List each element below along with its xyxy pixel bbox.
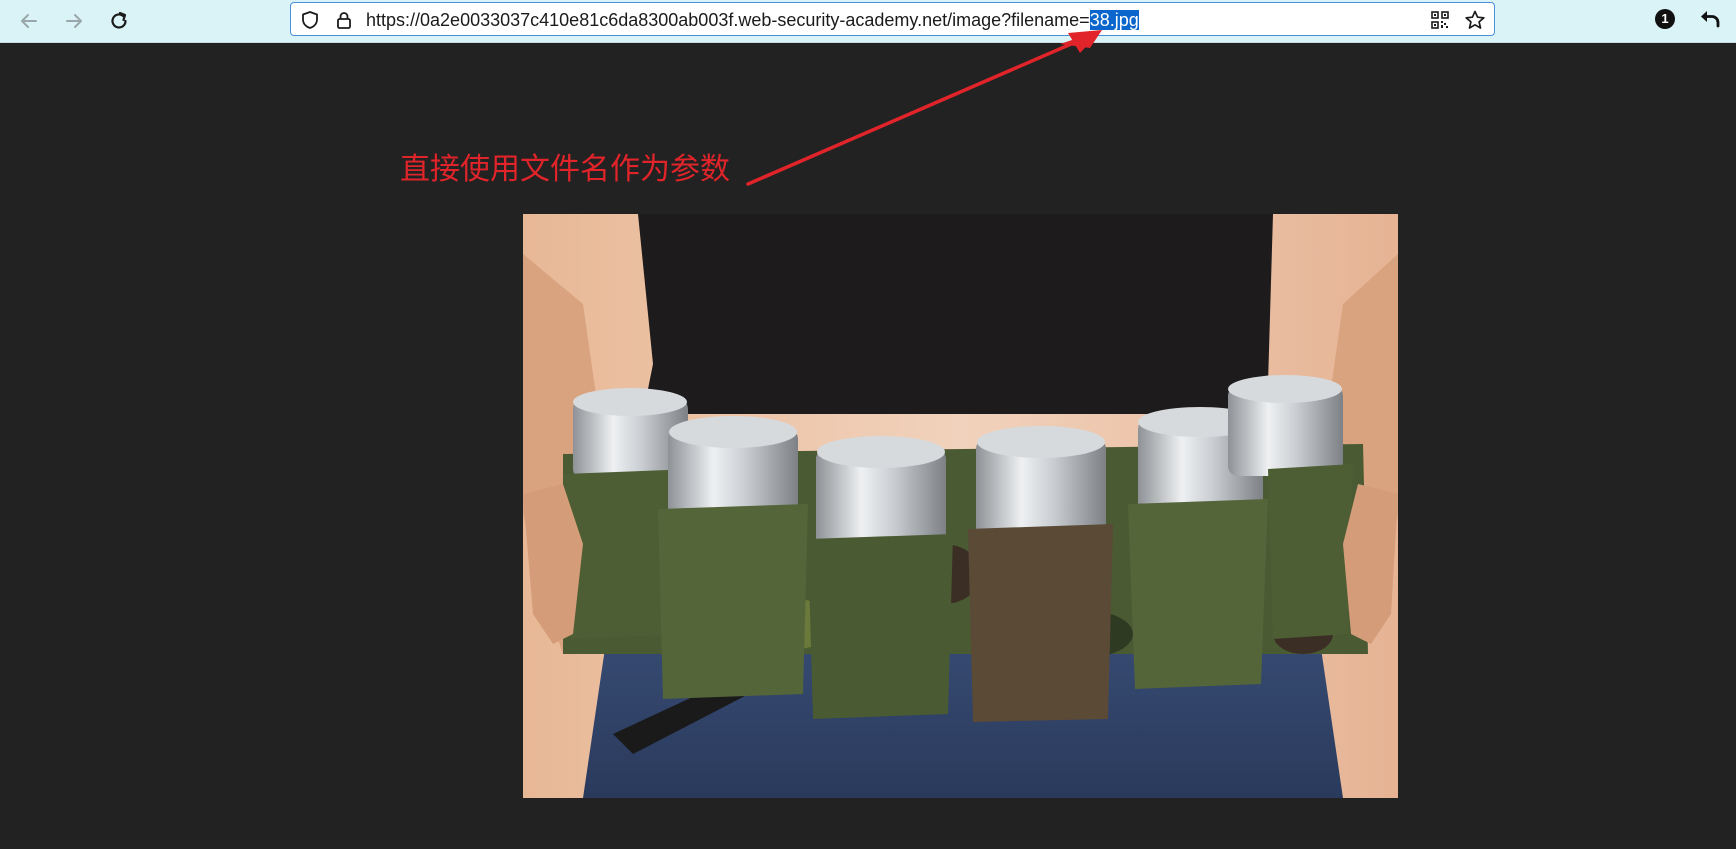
annotation-label: 直接使用文件名作为参数	[400, 152, 730, 187]
arrow-left-icon	[21, 14, 37, 28]
reload-icon	[111, 11, 127, 29]
extension-badge-count: 1	[1661, 11, 1669, 26]
shield-icon[interactable]	[299, 9, 321, 31]
lock-icon[interactable]	[333, 9, 355, 31]
beer-belt-photo	[523, 214, 1398, 798]
address-bar[interactable]: https://0a2e0033037c410e81c6da8300ab003f…	[290, 2, 1495, 36]
extension-badge-icon[interactable]: 1	[1652, 6, 1678, 32]
url-text[interactable]: https://0a2e0033037c410e81c6da8300ab003f…	[366, 9, 1139, 31]
url-base: https://0a2e0033037c410e81c6da8300ab003f…	[366, 10, 1090, 30]
back-button[interactable]	[12, 4, 46, 38]
undo-arrow-icon[interactable]	[1697, 6, 1723, 32]
arrow-right-icon	[66, 14, 82, 28]
browser-toolbar: https://0a2e0033037c410e81c6da8300ab003f…	[0, 0, 1736, 43]
qr-code-icon[interactable]	[1429, 9, 1451, 31]
star-icon[interactable]	[1464, 9, 1486, 31]
url-selected-filename: 38.jpg	[1089, 10, 1139, 30]
forward-button[interactable]	[57, 4, 91, 38]
product-image	[523, 214, 1398, 798]
reload-button[interactable]	[102, 4, 136, 38]
